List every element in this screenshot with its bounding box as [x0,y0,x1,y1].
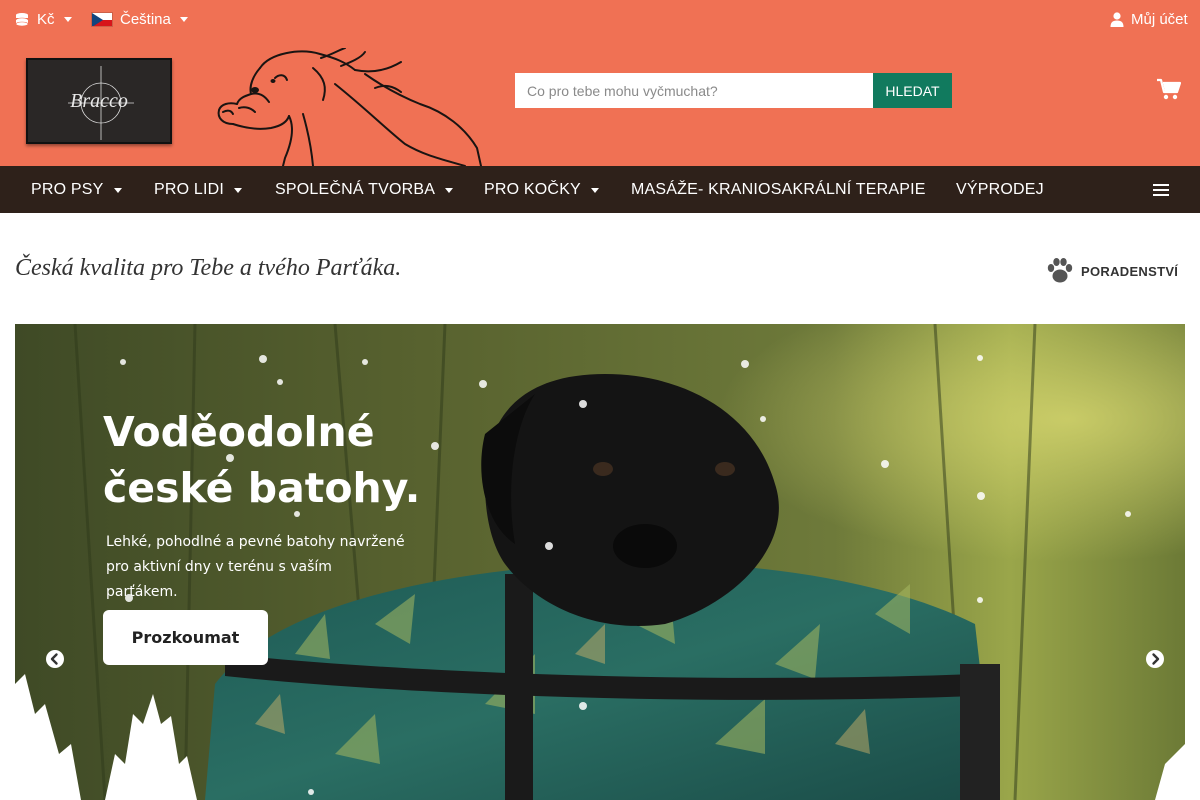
advice-link[interactable]: PORADENSTVÍ [1045,257,1178,285]
paw-icon [1047,258,1073,283]
search-button[interactable]: HLEDAT [873,73,952,108]
user-icon [1110,12,1124,27]
czech-flag-icon [91,12,113,27]
hero-title-line2: české batohy. [103,464,421,512]
account-link[interactable]: Můj účet [1110,11,1188,28]
nav-item-label: SPOLEČNÁ TVORBA [275,181,436,198]
chevron-down-icon [113,187,122,193]
currency-label: Kč [37,11,55,28]
nav-item-label: PRO PSY [31,181,104,198]
language-dropdown[interactable]: Čeština [91,11,188,28]
hero-slider: Voděodolné české batohy. Lehké, pohodlné… [15,324,1185,800]
hero-title-line1: Voděodolné [103,408,375,456]
chevron-down-icon [445,187,454,193]
top-bar: Kč Čeština Můj účet [0,0,1200,40]
hero-subtitle: Lehké, pohodlné a pevné batohy navržené … [106,530,406,605]
tagline: Česká kvalita pro Tebe a tvého Parťáka. [15,255,402,281]
chevron-down-icon [234,187,243,193]
hero-subtitle-line2: pro aktivní dny v terénu s vaším parťáke… [106,559,332,600]
chevron-down-icon [179,17,188,22]
nav-item-label: PRO LIDI [154,181,225,198]
cart-icon[interactable] [1157,78,1181,100]
language-label: Čeština [120,11,171,28]
main-nav: PRO PSY PRO LIDI SPOLEČNÁ TVORBA PRO KOČ… [0,166,1200,213]
chevron-down-icon [63,17,72,22]
chevron-left-icon[interactable] [46,650,64,668]
hamburger-icon[interactable] [1153,184,1169,196]
chevron-down-icon [590,187,599,193]
nav-item-spolecna-tvorba[interactable]: SPOLEČNÁ TVORBA [275,181,454,199]
nav-item-label: MASÁŽE- KRANIOSAKRÁLNÍ TERAPIE [631,181,926,198]
explore-button[interactable]: Prozkoumat [103,610,268,665]
search-bar: HLEDAT [515,73,952,108]
logo[interactable]: Bracco [26,58,172,144]
nav-item-pro-psy[interactable]: PRO PSY [31,181,122,199]
currency-dropdown[interactable]: Kč [15,11,72,28]
nav-item-vyprodej[interactable]: VÝPRODEJ [956,181,1044,199]
nav-item-label: VÝPRODEJ [956,181,1044,198]
logo-text: Bracco [70,90,128,112]
chevron-right-icon[interactable] [1146,650,1164,668]
header: Bracco HLEDAT [0,40,1200,166]
nav-item-masaze[interactable]: MASÁŽE- KRANIOSAKRÁLNÍ TERAPIE [631,181,926,199]
nav-item-pro-kocky[interactable]: PRO KOČKY [484,181,599,199]
nav-item-pro-lidi[interactable]: PRO LIDI [154,181,243,199]
nav-item-label: PRO KOČKY [484,181,581,198]
dog-illustration [217,48,482,166]
search-input[interactable] [515,73,873,108]
hero-title: Voděodolné české batohy. [103,404,433,516]
advice-label: PORADENSTVÍ [1081,263,1179,279]
hero-subtitle-line1: Lehké, pohodlné a pevné batohy navržené [106,534,405,550]
coins-icon [15,13,29,27]
account-label: Můj účet [1131,11,1188,28]
